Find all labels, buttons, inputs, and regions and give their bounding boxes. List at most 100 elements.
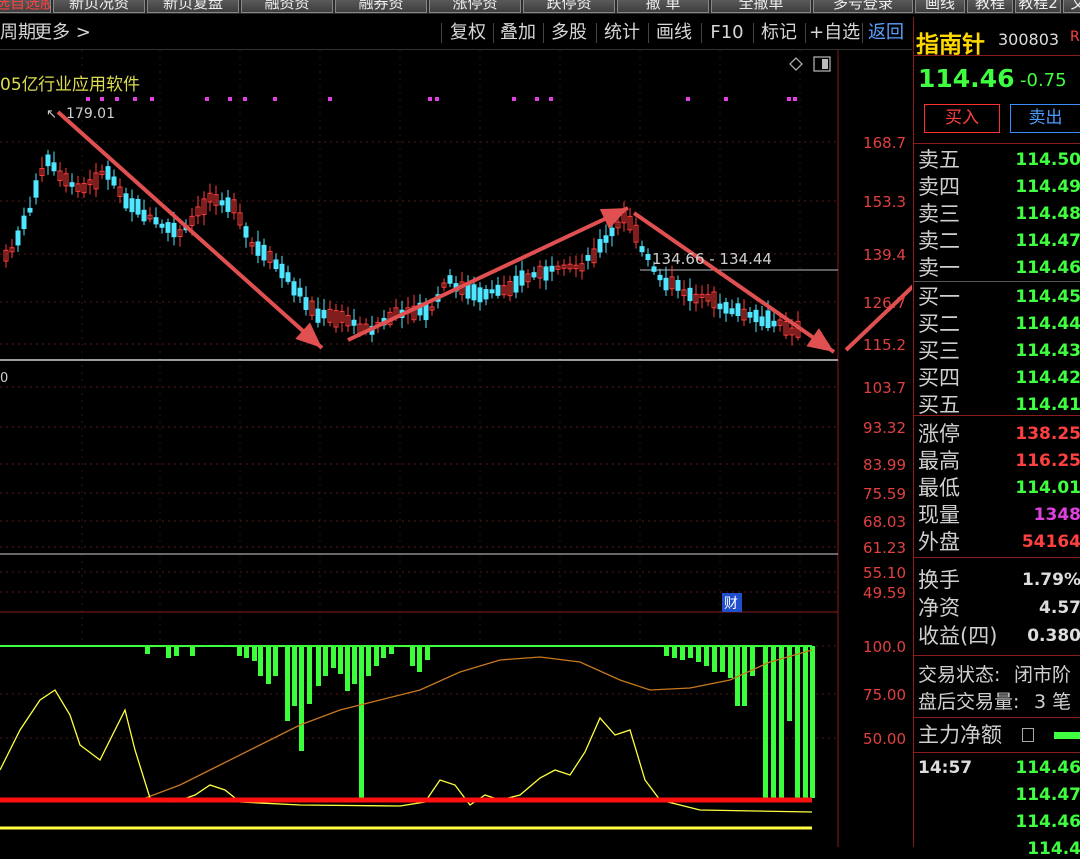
- price-axis-tick: 93.32: [863, 419, 906, 437]
- more-menu[interactable]: 更多 >: [34, 19, 91, 47]
- candle-body: [285, 272, 291, 282]
- sell-level-5[interactable]: 卖一 114.46: [914, 255, 1080, 282]
- toolbar-draw-button[interactable]: 画线: [653, 19, 695, 47]
- indicator-bar: [779, 646, 784, 798]
- price-axis-tick: 49.59: [863, 584, 906, 602]
- indicator-bar: [292, 646, 297, 706]
- indicator-bar: [316, 646, 321, 686]
- after-volume-value: 3 笔: [1034, 691, 1072, 713]
- candle-body: [753, 309, 759, 323]
- list-icon[interactable]: [1022, 728, 1034, 742]
- top-tab-6[interactable]: 跌停资: [523, 0, 615, 13]
- stat-row: 最低 114.01: [914, 475, 1080, 502]
- toolbar-divider: [753, 23, 754, 43]
- indicator-bar: [664, 646, 669, 656]
- buy-level-4[interactable]: 买四 114.42: [914, 365, 1080, 392]
- top-tab-8[interactable]: 全撤单: [711, 0, 811, 13]
- candle-body: [45, 154, 51, 167]
- buy-level-2[interactable]: 买二 114.44: [914, 311, 1080, 338]
- stat-label: 最低: [918, 476, 960, 500]
- back-button[interactable]: 返回: [866, 19, 906, 47]
- top-tab-5[interactable]: 涨停资: [429, 0, 521, 13]
- signal-dot: [724, 97, 728, 101]
- period-selector[interactable]: 周期: [0, 19, 36, 47]
- price-axis-tick: 75.59: [863, 485, 906, 503]
- candle-body: [531, 272, 537, 278]
- stat-value: 54164: [1021, 532, 1080, 552]
- top-tab-0[interactable]: 选自选股: [0, 0, 51, 13]
- signal-dot: [428, 97, 432, 101]
- buy-level-price: 114.45: [1015, 287, 1080, 307]
- candle-body: [771, 320, 777, 327]
- top-tab-2[interactable]: 新页复盘: [147, 0, 239, 13]
- stat2-value: 4.57: [1039, 598, 1080, 618]
- trend-arrow-head: [806, 328, 834, 352]
- indicator-axis-tick: 50.00: [863, 730, 906, 748]
- stat-label: 现量: [918, 503, 960, 527]
- sell-level-price: 114.46: [1015, 258, 1080, 278]
- candle-body: [255, 241, 261, 256]
- sell-button[interactable]: 卖出: [1010, 104, 1080, 133]
- main-flow-row[interactable]: 主力净额: [914, 722, 1080, 749]
- top-tab-4[interactable]: 融券资: [335, 0, 427, 13]
- sell-level-2[interactable]: 卖四 114.49: [914, 174, 1080, 201]
- stat2-value: 1.79%: [1022, 570, 1080, 590]
- indicator-bar: [742, 646, 747, 706]
- top-tab-7[interactable]: 撤 单: [617, 0, 709, 13]
- signal-dot: [150, 97, 154, 101]
- indicator-bar: [720, 646, 725, 672]
- top-tab-strip: 选自选股新页况资新页复盘融资资融券资涨停资跌停资撤 单全撤单多号登录画线教程教程…: [0, 0, 1080, 14]
- candle-body: [747, 311, 753, 318]
- toolbar-add-watch-button[interactable]: +自选: [809, 19, 860, 47]
- sell-level-3[interactable]: 卖三 114.48: [914, 201, 1080, 228]
- toolbar-stats-button[interactable]: 统计: [601, 19, 643, 47]
- toolbar-divider: [805, 23, 806, 43]
- signal-dot: [787, 97, 791, 101]
- candle-body: [717, 303, 723, 310]
- finance-badge[interactable]: 财: [724, 596, 738, 612]
- top-tab-9[interactable]: 多号登录: [813, 0, 913, 13]
- buy-button[interactable]: 买入: [924, 104, 1000, 133]
- oscillator-line: [0, 689, 813, 813]
- candle-body: [675, 280, 681, 291]
- top-tab-1[interactable]: 新页况资: [53, 0, 145, 13]
- sell-level-price: 114.48: [1015, 204, 1080, 224]
- top-tab-11[interactable]: 教程: [967, 0, 1013, 13]
- stat-value: 116.25: [1015, 451, 1080, 471]
- buy-level-1[interactable]: 买一 114.45: [914, 284, 1080, 311]
- indicator-bar: [425, 646, 430, 660]
- toolbar-divider: [701, 23, 702, 43]
- top-tab-13[interactable]: 文: [1063, 0, 1080, 13]
- top-tab-3[interactable]: 融资资: [241, 0, 333, 13]
- sell-level-label: 卖四: [918, 175, 960, 199]
- toolbar-divider: [862, 23, 863, 43]
- divider: [914, 415, 1080, 416]
- stat-label: 最高: [918, 449, 960, 473]
- panel-toggle-icon[interactable]: [813, 56, 831, 72]
- price-change: -0.75: [1020, 70, 1067, 91]
- toolbar-f10-button[interactable]: F10: [706, 19, 748, 47]
- industry-label: 行业应用软件: [38, 75, 140, 95]
- signal-dot: [435, 97, 439, 101]
- top-tab-12[interactable]: 教程2: [1015, 0, 1061, 13]
- top-tab-10[interactable]: 画线: [915, 0, 965, 13]
- toolbar-mark-button[interactable]: 标记: [758, 19, 800, 47]
- price-axis-tick: 115.2: [863, 336, 906, 354]
- indicator-bar: [174, 646, 179, 656]
- kline-chart[interactable]: 100.0 75.00 50.00 05亿 行业应用软件 ↖ 179.01 134.…: [0, 50, 912, 847]
- buy-level-3[interactable]: 买三 114.43: [914, 338, 1080, 365]
- toolbar-divider: [493, 23, 494, 43]
- toolbar-fuquan-button[interactable]: 复权: [447, 19, 489, 47]
- candle-body: [663, 277, 669, 291]
- trend-arrow-shaft: [56, 110, 324, 350]
- candle-body: [69, 182, 75, 187]
- indicator-bar: [771, 646, 776, 798]
- divider: [914, 655, 1080, 656]
- candle-body: [153, 217, 159, 225]
- toolbar-overlay-button[interactable]: 叠加: [497, 19, 539, 47]
- candle-body: [549, 265, 555, 272]
- toolbar-multistock-button[interactable]: 多股: [548, 19, 590, 47]
- sell-level-4[interactable]: 卖二 114.47: [914, 228, 1080, 255]
- sell-level-1[interactable]: 卖五 114.50: [914, 147, 1080, 174]
- candle-body: [735, 303, 741, 316]
